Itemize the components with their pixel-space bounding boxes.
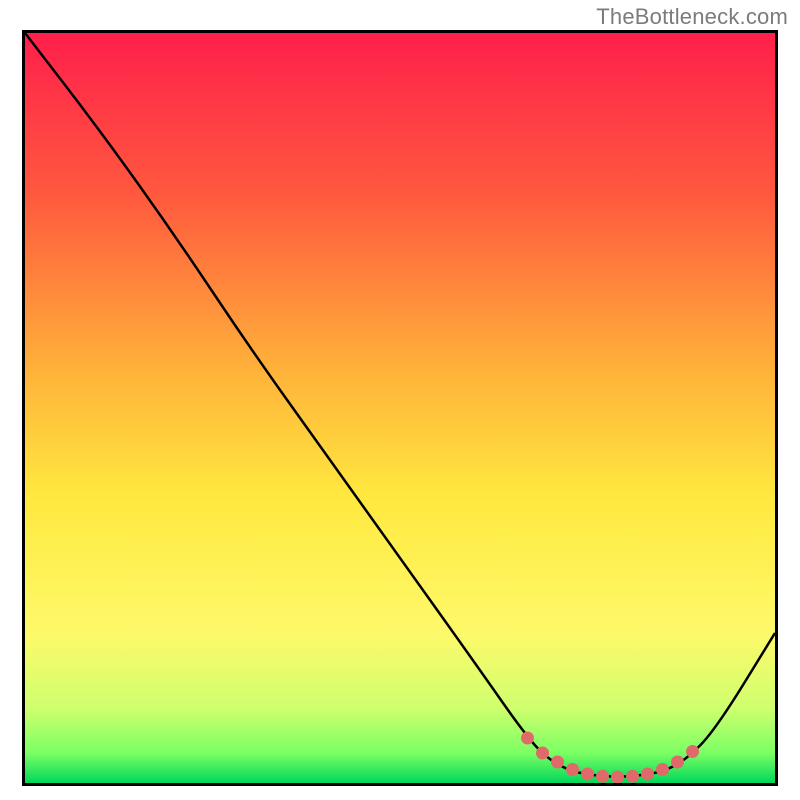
optimal-marker xyxy=(551,756,564,769)
chart-svg xyxy=(25,33,775,783)
optimal-marker xyxy=(626,770,639,783)
optimal-marker xyxy=(566,763,579,776)
optimal-marker xyxy=(521,732,534,745)
chart-stage: TheBottleneck.com xyxy=(0,0,800,800)
plot-area xyxy=(22,30,778,786)
optimal-marker xyxy=(671,756,684,769)
optimal-marker xyxy=(656,763,669,776)
optimal-marker xyxy=(686,745,699,758)
optimal-marker xyxy=(641,768,654,781)
optimal-marker xyxy=(596,770,609,783)
chart-background xyxy=(25,33,775,783)
optimal-marker xyxy=(581,768,594,781)
optimal-marker xyxy=(536,747,549,760)
watermark-label: TheBottleneck.com xyxy=(596,4,788,30)
optimal-marker xyxy=(611,771,624,784)
